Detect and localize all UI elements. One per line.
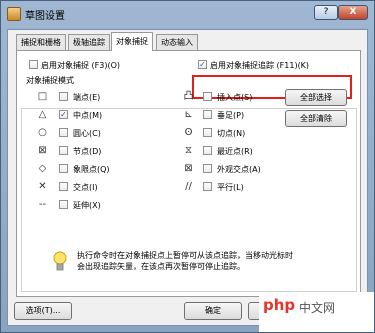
- apparent-intersection-checkbox[interactable]: [203, 164, 212, 173]
- nearest-label: 最近点(R): [217, 147, 253, 156]
- extension-label: 延伸(X): [73, 201, 101, 210]
- snap-mode-title: 对象捕捉模式: [25, 75, 75, 86]
- node-checkbox[interactable]: [59, 146, 68, 155]
- nearest-checkbox[interactable]: [203, 146, 212, 155]
- info-line-2: 会出现追踪矢量，在该点再次暂停可停止追踪。: [77, 262, 245, 271]
- enable-snap-checkbox[interactable]: [29, 60, 38, 69]
- lightbulb-icon: [53, 251, 67, 271]
- help-button[interactable]: ?: [314, 5, 338, 20]
- object-snap-panel: 启用对象捕捉 (F3)(O) ✓ 启用对象捕捉追踪 (F11)(K) 对象捕捉模…: [16, 50, 361, 297]
- tracking-info-text: 执行命令时在对象捕捉点上暂停可从该点追踪，当移动光标时 会出现追踪矢量，在该点再…: [77, 250, 352, 272]
- midpoint-checkbox[interactable]: ✓: [59, 110, 68, 119]
- insertion-checkbox[interactable]: [203, 92, 212, 101]
- drafting-settings-dialog: 草图设置 ? X 捕捉和栅格 极轴追踪 对象捕捉 动态输入 启用对象捕捉 (F3…: [0, 0, 375, 333]
- dialog-title: 草图设置: [25, 11, 65, 22]
- quadrant-checkbox[interactable]: [59, 164, 68, 173]
- watermark: php 中文网: [259, 292, 374, 332]
- center-checkbox[interactable]: [59, 128, 68, 137]
- tab-polar-tracking[interactable]: 极轴追踪: [68, 34, 110, 50]
- intersection-checkbox[interactable]: [59, 182, 68, 191]
- center-marker-icon: ○: [38, 127, 47, 138]
- parallel-label: 平行(L): [217, 183, 244, 192]
- quadrant-marker-icon: ◇: [38, 163, 47, 174]
- parallel-checkbox[interactable]: [203, 182, 212, 191]
- tab-object-snap[interactable]: 对象捕捉: [111, 32, 153, 51]
- endpoint-marker-icon: □: [37, 91, 48, 102]
- apparent-intersection-label: 外观交点(A): [217, 165, 261, 174]
- info-line-1: 执行命令时在对象捕捉点上暂停可从该点追踪，当移动光标时: [77, 251, 293, 260]
- tangent-checkbox[interactable]: [203, 128, 212, 137]
- tangent-label: 切点(N): [217, 129, 246, 138]
- insertion-marker-icon: 凸: [183, 91, 194, 102]
- app-icon: [7, 7, 21, 21]
- enable-tracking-label: 启用对象捕捉追踪 (F11)(K): [210, 61, 310, 70]
- tab-dynamic-input[interactable]: 动态输入: [156, 34, 198, 50]
- clear-all-button[interactable]: 全部清除: [285, 110, 347, 127]
- midpoint-marker-icon: △: [38, 109, 47, 120]
- select-all-button[interactable]: 全部选择: [285, 89, 347, 106]
- intersection-label: 交点(I): [73, 183, 98, 192]
- perpendicular-label: 垂足(P): [217, 111, 245, 120]
- endpoint-label: 端点(E): [73, 93, 101, 102]
- enable-tracking-checkbox[interactable]: ✓: [198, 60, 207, 69]
- node-label: 节点(D): [73, 147, 102, 156]
- intersection-marker-icon: ✕: [38, 181, 47, 192]
- tangent-marker-icon: ʘ: [184, 127, 193, 138]
- midpoint-label: 中点(M): [73, 111, 103, 120]
- enable-snap-label: 启用对象捕捉 (F3)(O): [41, 61, 121, 70]
- extension-marker-icon: --: [38, 199, 47, 210]
- apparent-intersection-marker-icon: ⊠: [184, 163, 193, 174]
- nearest-marker-icon: ⧖: [184, 145, 193, 156]
- tab-snap-grid[interactable]: 捕捉和栅格: [16, 34, 66, 50]
- parallel-marker-icon: //: [185, 181, 192, 192]
- insertion-label: 插入点(S): [217, 93, 253, 102]
- options-button[interactable]: 选项(T)...: [14, 302, 72, 320]
- extension-checkbox[interactable]: [59, 200, 68, 209]
- watermark-text: 中文网: [299, 301, 336, 315]
- perpendicular-checkbox[interactable]: [203, 110, 212, 119]
- close-button[interactable]: X: [338, 5, 368, 20]
- node-marker-icon: ⊠: [38, 145, 47, 156]
- ok-button[interactable]: 确定: [184, 302, 242, 320]
- endpoint-checkbox[interactable]: [59, 92, 68, 101]
- dialog-body: 捕捉和栅格 极轴追踪 对象捕捉 动态输入 启用对象捕捉 (F3)(O) ✓ 启用…: [7, 29, 368, 326]
- title-bar: 草图设置 ? X: [1, 1, 374, 27]
- center-label: 圆心(C): [73, 129, 101, 138]
- quadrant-label: 象限点(Q): [73, 165, 110, 174]
- perpendicular-marker-icon: ⊾: [184, 109, 193, 120]
- watermark-logo: php: [263, 296, 296, 314]
